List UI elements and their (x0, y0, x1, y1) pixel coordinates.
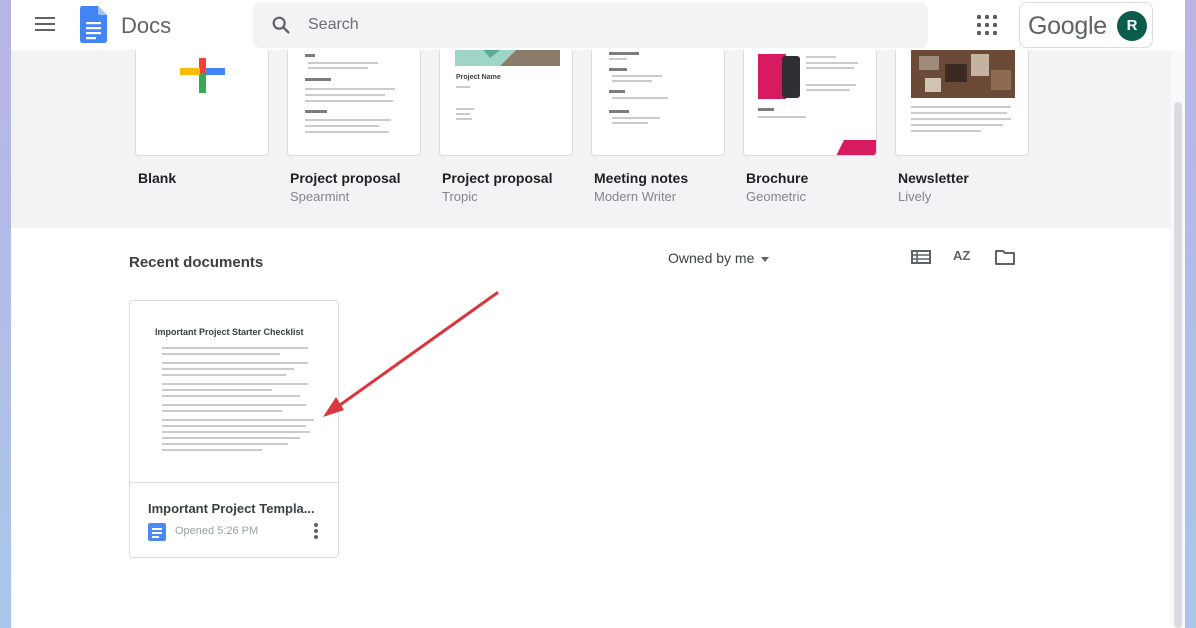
newsletter-photo (911, 50, 1015, 98)
document-preview[interactable]: Important Project Starter Checklist (130, 301, 338, 483)
document-preview-title: Important Project Starter Checklist (155, 327, 304, 337)
template-subtitle: Geometric (746, 189, 806, 204)
template-thumbnail[interactable] (287, 46, 421, 156)
tropic-banner (455, 46, 560, 66)
template-title: Blank (138, 170, 177, 186)
apps-grid-icon[interactable] (977, 15, 997, 35)
search-bar[interactable] (253, 2, 928, 48)
template-subtitle: Modern Writer (594, 189, 677, 204)
brochure-footer-shape (836, 140, 876, 155)
document-name[interactable]: Important Project Templa... (148, 501, 334, 516)
app-name[interactable]: Docs (121, 13, 171, 39)
doc-type-icon (148, 523, 166, 541)
template-thumbnail[interactable] (591, 46, 725, 156)
google-wordmark: Google (1028, 12, 1107, 40)
template-title: Project proposal (442, 170, 553, 186)
template-gallery: Blank Project proposal Spearmint Project… (11, 46, 1171, 228)
template-thumbnail[interactable] (135, 46, 269, 156)
phone-image (782, 56, 800, 98)
scrollbar[interactable] (1171, 50, 1185, 628)
chevron-down-icon (761, 256, 770, 262)
docs-logo-icon[interactable] (80, 6, 107, 43)
template-subtitle: Spearmint (290, 189, 350, 204)
template-thumbnail[interactable] (895, 46, 1029, 156)
template-thumbnail[interactable]: Project Name (439, 46, 573, 156)
menu-icon[interactable] (32, 13, 58, 37)
template-title: Project proposal (290, 170, 401, 186)
document-opened-time: Opened 5:26 PM (175, 525, 259, 537)
template-title: Newsletter (898, 170, 969, 186)
scrollbar-thumb[interactable] (1174, 102, 1182, 628)
folder-icon[interactable] (994, 247, 1016, 267)
template-title: Meeting notes (594, 170, 689, 186)
top-bar: Docs Google R (11, 0, 1185, 50)
more-vert-icon[interactable] (310, 521, 322, 543)
owner-filter-label: Owned by me (668, 250, 755, 266)
account-chip[interactable]: Google R (1019, 2, 1153, 48)
recent-documents-title: Recent documents (129, 254, 264, 271)
template-thumbnail[interactable] (743, 46, 877, 156)
docs-home-window: Docs Google R (11, 0, 1185, 628)
avatar[interactable]: R (1117, 11, 1147, 41)
sort-az-label: AZ (953, 248, 971, 263)
template-subtitle: Tropic (442, 189, 478, 204)
sort-az-icon[interactable]: AZ (953, 247, 975, 267)
template-title: Brochure (746, 170, 809, 186)
owner-filter-dropdown[interactable]: Owned by me (668, 250, 770, 266)
tropic-heading: Project Name (456, 74, 501, 81)
search-input[interactable] (308, 12, 908, 38)
document-card[interactable]: Important Project Starter Checklist Impo… (129, 300, 339, 558)
template-subtitle: Lively (898, 189, 932, 204)
plus-icon (180, 58, 225, 93)
search-icon[interactable] (270, 14, 292, 36)
list-view-icon[interactable] (910, 247, 932, 267)
